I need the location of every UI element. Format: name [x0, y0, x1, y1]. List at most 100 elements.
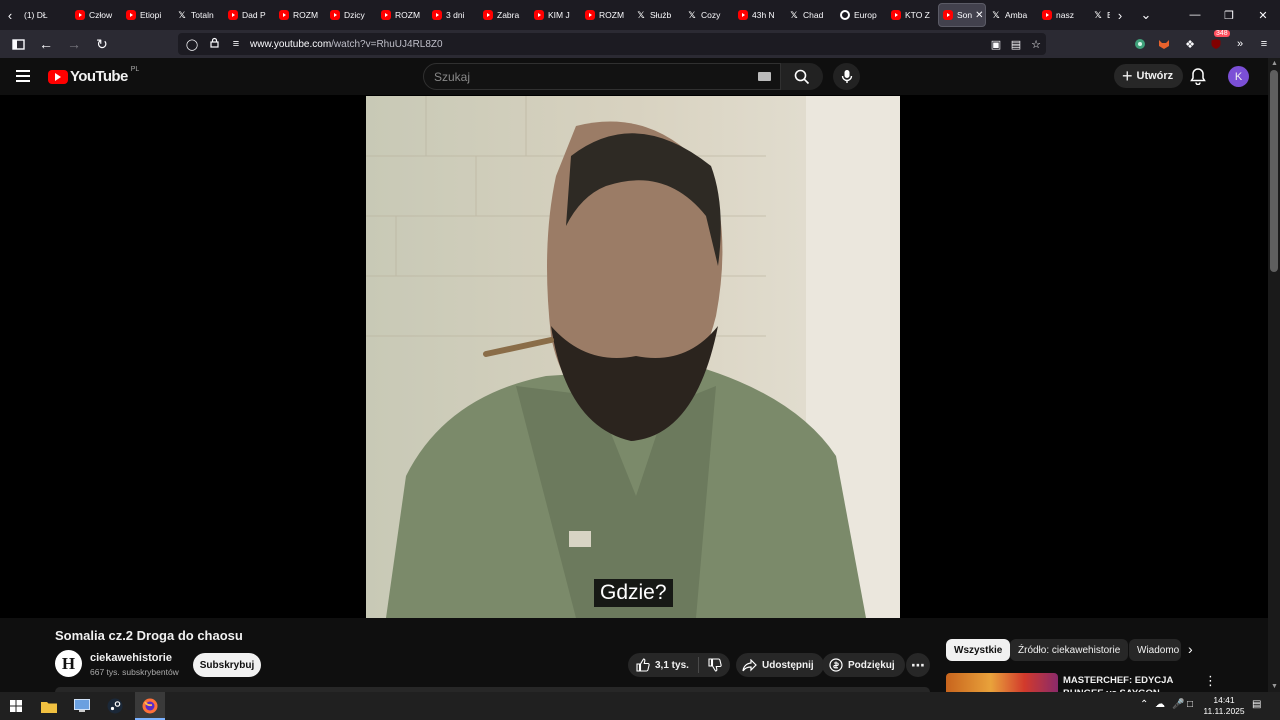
- picture-in-picture-icon[interactable]: ▣: [986, 38, 1006, 51]
- reader-view-icon[interactable]: ▤: [1006, 38, 1026, 51]
- close-window-icon[interactable]: ✕: [1246, 9, 1280, 22]
- create-button[interactable]: + Utwórz: [1114, 64, 1184, 88]
- url-text[interactable]: www.youtube.com/watch?v=RhuUJ4RL8Z0: [250, 39, 443, 50]
- monitor-app-icon[interactable]: [72, 696, 92, 716]
- dislike-button[interactable]: [699, 658, 730, 672]
- network-icon[interactable]: □: [1187, 699, 1193, 710]
- browser-tab[interactable]: KIM J: [530, 3, 580, 27]
- globe-icon: [840, 10, 850, 20]
- youtube-logo[interactable]: YouTube PL: [48, 66, 139, 85]
- browser-tab[interactable]: 𝕏 Cozy: [683, 3, 733, 27]
- browser-tab[interactable]: 𝕏 Totaln: [173, 3, 223, 27]
- taskbar-clock[interactable]: 14:41 11.11.2025: [1200, 695, 1248, 717]
- recommended-thumbnail[interactable]: [946, 673, 1058, 693]
- app-menu-icon[interactable]: ≡: [1254, 34, 1274, 54]
- browser-tab[interactable]: Europ: [836, 3, 886, 27]
- browser-tab[interactable]: KTO Z: [887, 3, 937, 27]
- scrollbar-thumb[interactable]: [1270, 70, 1278, 272]
- youtube-icon: [1042, 10, 1052, 20]
- overflow-menu-icon[interactable]: »: [1230, 34, 1250, 54]
- notification-center-icon[interactable]: ▤: [1252, 699, 1261, 710]
- browser-tab[interactable]: Dzicy: [326, 3, 376, 27]
- ublock-extension-icon[interactable]: 348: [1206, 30, 1230, 54]
- tab-close-icon[interactable]: ✕: [975, 10, 983, 21]
- scroll-up-icon[interactable]: ▲: [1271, 60, 1278, 67]
- video-frame[interactable]: [366, 96, 900, 618]
- firefox-icon[interactable]: [140, 696, 160, 716]
- tab-label: ROZM: [293, 10, 319, 20]
- tab-list-menu-button[interactable]: ⌄: [1136, 0, 1156, 30]
- tab-label: Służb: [650, 10, 672, 20]
- search-input[interactable]: [434, 69, 734, 84]
- permissions-icon[interactable]: ≡: [228, 38, 244, 50]
- like-button[interactable]: 3,1 tys.: [628, 658, 698, 672]
- tabs-scroll-left-button[interactable]: ‹: [0, 0, 20, 30]
- youtube-header: YouTube PL + Utwórz K: [0, 58, 1268, 95]
- microphone-tray-icon[interactable]: 🎤: [1172, 699, 1184, 710]
- browser-tab[interactable]: (1) DŁ: [20, 3, 70, 27]
- browser-tab[interactable]: ROZM: [377, 3, 427, 27]
- browser-tab[interactable]: Zabra: [479, 3, 529, 27]
- sidebar-toggle-icon[interactable]: [6, 32, 30, 56]
- subscribe-button[interactable]: Subskrybuj: [193, 653, 261, 677]
- page-scrollbar[interactable]: ▲ ▼: [1268, 58, 1280, 692]
- back-button[interactable]: ←: [34, 32, 58, 56]
- tab-label: KTO Z: [905, 10, 930, 20]
- browser-tab[interactable]: Człow: [71, 3, 121, 27]
- chip-news[interactable]: Wiadomo: [1129, 639, 1181, 661]
- browser-tab[interactable]: 𝕏 Służb: [632, 3, 682, 27]
- more-actions-button[interactable]: ⋯: [906, 653, 930, 677]
- tray-overflow-icon[interactable]: ⌃: [1140, 699, 1148, 710]
- caption-text: Gdzie?: [594, 579, 673, 607]
- youtube-icon: [943, 10, 953, 20]
- extensions-puzzle-icon[interactable]: ❖: [1180, 34, 1200, 54]
- voice-search-button[interactable]: [833, 63, 860, 90]
- url-bar[interactable]: ◯ ≡ www.youtube.com/watch?v=RhuUJ4RL8Z0 …: [178, 33, 1046, 55]
- windows-start-icon[interactable]: [6, 696, 26, 716]
- fox-extension-icon[interactable]: [1154, 34, 1174, 54]
- search-button[interactable]: [781, 63, 823, 90]
- hamburger-menu-icon[interactable]: [16, 70, 30, 82]
- tabs-scroll-right-button[interactable]: ›: [1110, 0, 1130, 30]
- browser-tab[interactable]: Etiopi: [122, 3, 172, 27]
- search-icon: [794, 69, 810, 84]
- keyboard-icon[interactable]: [758, 72, 771, 81]
- thanks-button[interactable]: Podziękuj: [822, 653, 905, 677]
- onedrive-icon[interactable]: ☁: [1155, 699, 1165, 710]
- youtube-icon: [330, 10, 340, 20]
- channel-avatar[interactable]: H: [55, 650, 82, 677]
- notifications-bell-icon[interactable]: [1190, 67, 1208, 86]
- browser-tab[interactable]: 3 dni: [428, 3, 478, 27]
- youtube-icon: [126, 10, 136, 20]
- browser-tab[interactable]: 43h N: [734, 3, 784, 27]
- browser-tab[interactable]: ROZM: [581, 3, 631, 27]
- chip-source-channel[interactable]: Źródło: ciekawehistorie: [1010, 639, 1129, 661]
- scroll-down-icon[interactable]: ▼: [1271, 683, 1278, 690]
- vpn-extension-icon[interactable]: [1130, 34, 1150, 54]
- browser-tab[interactable]: Dad P: [224, 3, 274, 27]
- file-explorer-icon[interactable]: [39, 696, 59, 716]
- browser-tab[interactable]: 𝕏Black: [1089, 3, 1110, 27]
- restore-icon[interactable]: ❐: [1212, 9, 1246, 22]
- browser-tab[interactable]: nasz: [1038, 3, 1088, 27]
- like-count: 3,1 tys.: [655, 659, 689, 671]
- lock-icon[interactable]: [206, 37, 222, 51]
- browser-tab[interactable]: ROZM: [275, 3, 325, 27]
- more-vertical-icon[interactable]: ⋮: [1204, 673, 1217, 689]
- shield-icon[interactable]: ◯: [184, 38, 200, 51]
- steam-icon[interactable]: [105, 696, 125, 716]
- browser-tab[interactable]: Son ✕: [938, 3, 986, 27]
- forward-button[interactable]: →: [62, 32, 86, 56]
- browser-tab[interactable]: 𝕏 Amba: [987, 3, 1037, 27]
- account-avatar[interactable]: K: [1228, 66, 1249, 87]
- share-button[interactable]: Udostępnij: [736, 653, 824, 677]
- reload-button[interactable]: ↻: [90, 32, 114, 56]
- browser-tab[interactable]: 𝕏 Chad: [785, 3, 835, 27]
- chevron-right-icon[interactable]: ›: [1188, 641, 1193, 657]
- recommended-title[interactable]: MASTERCHEF: EDYCJA BUNGEE vs SAYGON: [1063, 674, 1183, 692]
- channel-name[interactable]: ciekawehistorie: [90, 652, 172, 664]
- chip-all[interactable]: Wszystkie: [946, 639, 1011, 661]
- bookmark-star-icon[interactable]: ☆: [1026, 38, 1046, 51]
- tab-label: Etiopi: [140, 10, 162, 20]
- minimize-icon[interactable]: —: [1178, 9, 1212, 22]
